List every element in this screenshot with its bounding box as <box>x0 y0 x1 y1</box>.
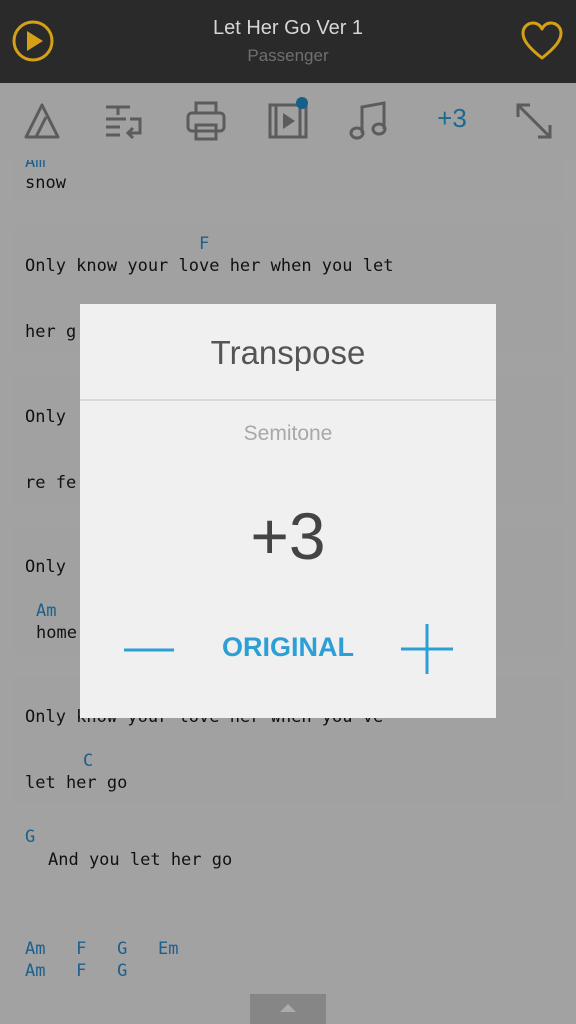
dialog-subtitle: Semitone <box>243 422 333 445</box>
song-artist: Passenger <box>247 46 329 65</box>
heart-icon[interactable] <box>520 20 564 62</box>
song-title: Let Her Go Ver 1 <box>212 17 364 39</box>
semitone-value: +3 <box>250 499 326 573</box>
play-icon[interactable] <box>12 20 54 62</box>
plus-icon[interactable] <box>400 622 454 676</box>
minus-icon[interactable] <box>120 626 178 672</box>
app-header: Let Her Go Ver 1 Passenger <box>0 0 576 83</box>
transpose-dialog: Transpose Semitone +3 ORIGINAL <box>80 304 496 718</box>
dialog-title: Transpose <box>210 334 366 371</box>
original-button[interactable]: ORIGINAL <box>200 632 376 663</box>
dialog-divider <box>80 399 496 401</box>
